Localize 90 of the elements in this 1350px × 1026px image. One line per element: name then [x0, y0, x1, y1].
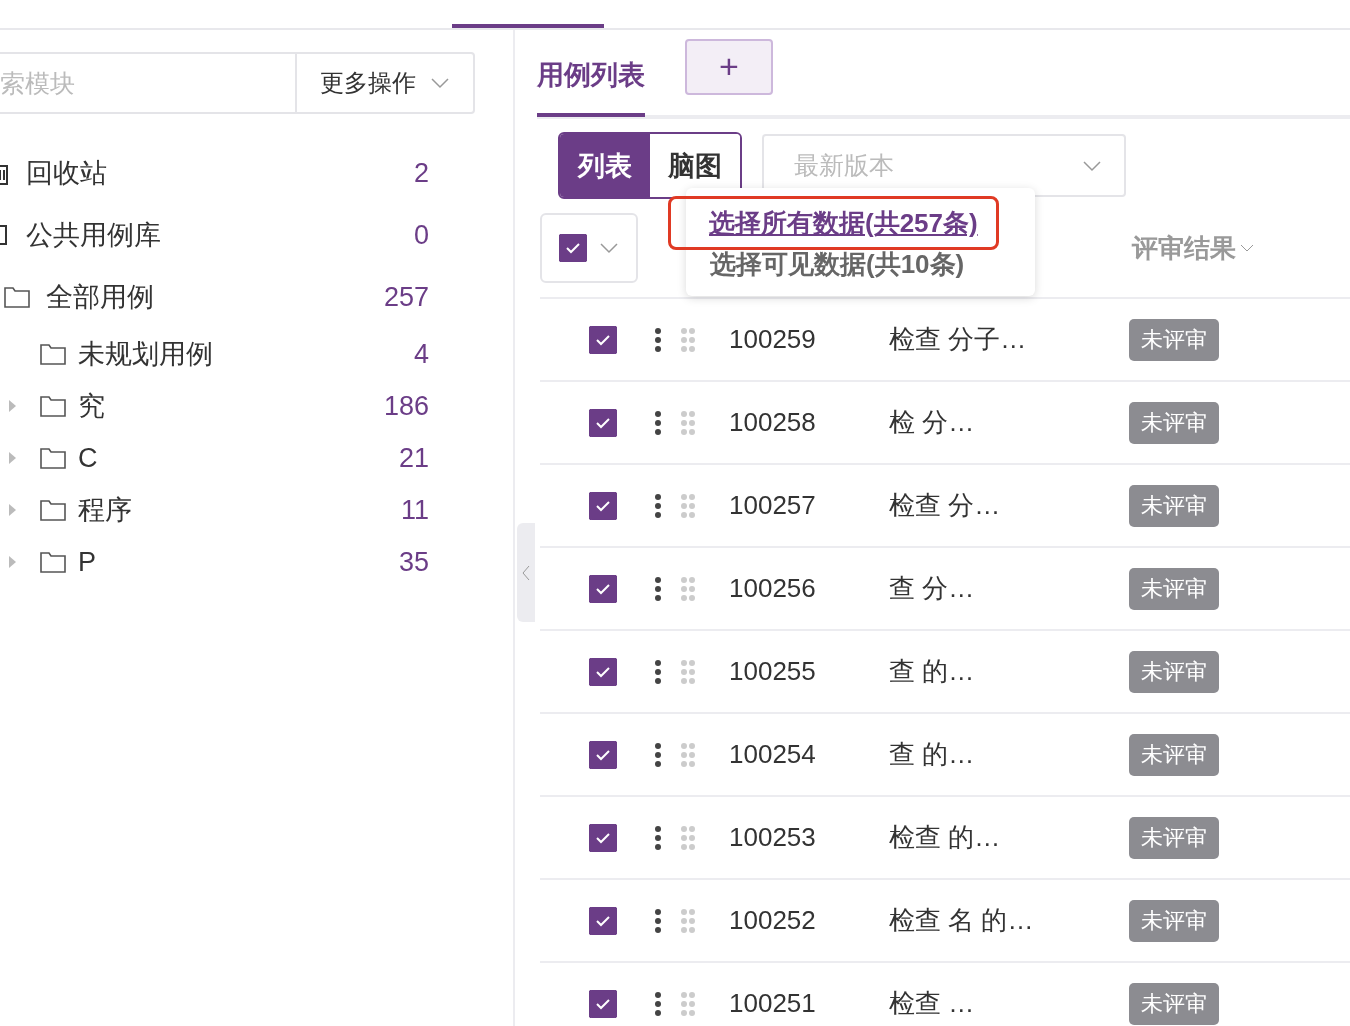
- more-icon[interactable]: [655, 410, 661, 435]
- checkbox[interactable]: [588, 491, 617, 520]
- more-actions-button[interactable]: 更多操作: [295, 52, 475, 114]
- case-title[interactable]: 检 分…: [889, 405, 1129, 440]
- case-id: 100259: [729, 324, 817, 355]
- more-icon[interactable]: [655, 576, 661, 601]
- folder-icon: [40, 447, 66, 469]
- status-badge: 未评审: [1129, 401, 1219, 444]
- tree-item[interactable]: 究: [78, 388, 309, 424]
- checkbox[interactable]: [559, 234, 587, 262]
- case-title[interactable]: 查 的…: [889, 654, 1129, 689]
- more-icon[interactable]: [655, 327, 661, 352]
- folder-icon: [40, 395, 66, 417]
- more-icon[interactable]: [655, 659, 661, 684]
- count: 186: [382, 390, 430, 422]
- status-badge: 未评审: [1129, 733, 1219, 776]
- count: 257: [382, 281, 430, 313]
- drag-handle-icon[interactable]: [681, 493, 695, 518]
- tab[interactable]: 用例列表: [537, 30, 645, 117]
- case-title[interactable]: 查 的…: [889, 737, 1129, 772]
- case-id: 100256: [729, 573, 817, 604]
- folder-icon: [40, 551, 66, 573]
- status-badge: 未评审: [1129, 816, 1219, 859]
- checkbox[interactable]: [588, 325, 617, 354]
- folder-icon: [40, 499, 66, 521]
- search-field[interactable]: 索模块: [0, 52, 295, 114]
- drag-handle-icon[interactable]: [681, 576, 695, 601]
- checkbox[interactable]: [588, 574, 617, 603]
- tree-item[interactable]: 程序: [78, 492, 309, 528]
- more-icon[interactable]: [655, 742, 661, 767]
- tree-item[interactable]: 公共用例库: [26, 217, 309, 253]
- count: 21: [397, 442, 430, 474]
- status-badge: 未评审: [1129, 318, 1219, 361]
- status-badge: 未评审: [1129, 567, 1219, 610]
- checkbox[interactable]: [588, 408, 617, 437]
- count: 2: [412, 157, 430, 189]
- case-title[interactable]: 检查 …: [889, 986, 1129, 1021]
- case-id: 100253: [729, 822, 817, 853]
- chevron-down-icon: [430, 77, 450, 89]
- view-toggle[interactable]: 列表: [560, 134, 650, 197]
- add-button[interactable]: +: [685, 38, 773, 95]
- drag-handle-icon[interactable]: [681, 991, 695, 1016]
- select-all-dropdown[interactable]: [540, 213, 638, 283]
- folder-icon: [40, 343, 66, 365]
- case-id: 100255: [729, 656, 817, 687]
- status-badge: 未评审: [1129, 899, 1219, 942]
- count: 35: [397, 546, 430, 578]
- chevron-down-icon: [1240, 244, 1254, 252]
- collapse-handle[interactable]: [517, 523, 535, 622]
- folder-icon: [4, 286, 30, 308]
- more-icon[interactable]: [655, 991, 661, 1016]
- drag-handle-icon[interactable]: [681, 825, 695, 850]
- status-badge: 未评审: [1129, 484, 1219, 527]
- case-title[interactable]: 检查 分…: [889, 488, 1129, 523]
- drag-handle-icon[interactable]: [681, 908, 695, 933]
- status-badge: 未评审: [1129, 982, 1219, 1025]
- checkbox[interactable]: [588, 989, 617, 1018]
- drag-handle-icon[interactable]: [681, 327, 695, 352]
- checkbox[interactable]: [588, 740, 617, 769]
- drag-handle-icon[interactable]: [681, 410, 695, 435]
- count: 4: [412, 338, 430, 370]
- case-title[interactable]: 检查 名 的…: [889, 903, 1129, 938]
- more-icon[interactable]: [655, 908, 661, 933]
- tree-item[interactable]: 全部用例: [46, 279, 309, 315]
- case-title[interactable]: 检查 分子…: [889, 322, 1129, 357]
- case-title[interactable]: 检查 的…: [889, 820, 1129, 855]
- tree-item[interactable]: C: [78, 442, 309, 474]
- checkbox[interactable]: [588, 657, 617, 686]
- case-id: 100254: [729, 739, 817, 770]
- checkbox[interactable]: [588, 906, 617, 935]
- checkbox[interactable]: [588, 823, 617, 852]
- more-icon[interactable]: [655, 493, 661, 518]
- tree-item[interactable]: 回收站: [26, 155, 309, 191]
- chevron-down-icon: [1082, 159, 1102, 172]
- case-id: 100257: [729, 490, 817, 521]
- count: 11: [399, 494, 430, 526]
- chevron-down-icon: [599, 242, 619, 254]
- count: 0: [412, 219, 430, 251]
- case-id: 100251: [729, 988, 817, 1019]
- drag-handle-icon[interactable]: [681, 659, 695, 684]
- case-id: 100252: [729, 905, 817, 936]
- case-title[interactable]: 查 分…: [889, 571, 1129, 606]
- chevron-left-icon: [522, 564, 530, 581]
- menu-option[interactable]: 选择所有数据(共257条): [668, 196, 999, 250]
- tree-item[interactable]: P: [78, 546, 309, 578]
- drag-handle-icon[interactable]: [681, 742, 695, 767]
- status-badge: 未评审: [1129, 650, 1219, 693]
- case-id: 100258: [729, 407, 817, 438]
- more-icon[interactable]: [655, 825, 661, 850]
- tree-item[interactable]: 未规划用例: [78, 336, 309, 372]
